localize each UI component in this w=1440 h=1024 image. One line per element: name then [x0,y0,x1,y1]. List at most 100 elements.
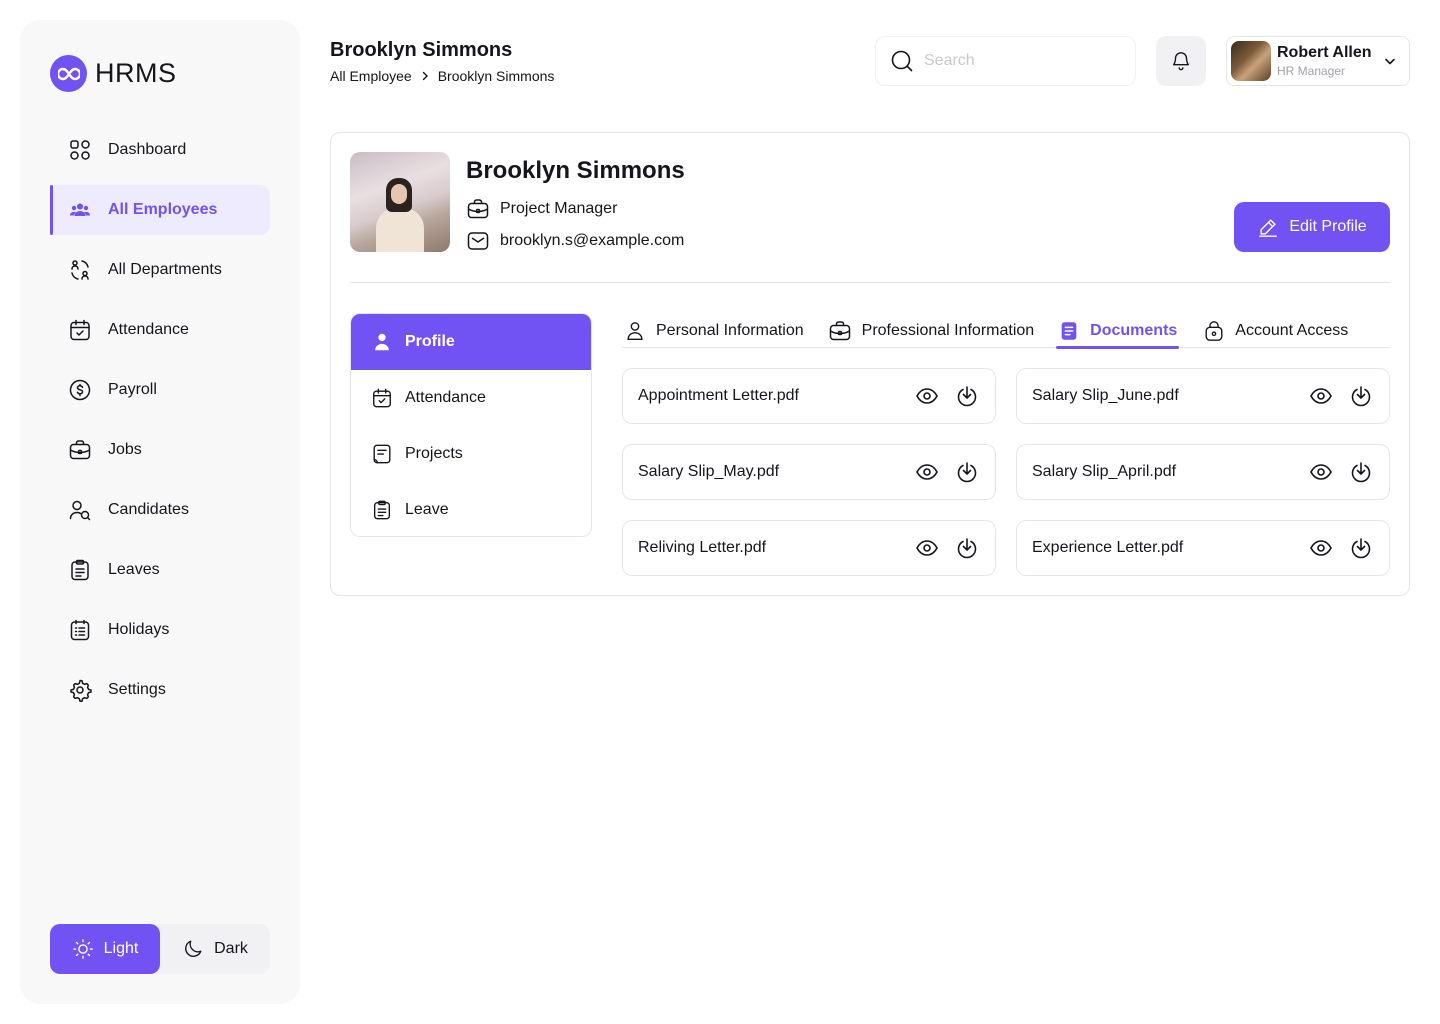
document-item: Reliving Letter.pdf [622,520,996,576]
sidebar-item-all-departments[interactable]: All Departments [50,245,270,295]
tab-label: Documents [1090,321,1178,339]
side-tab-label: Leave [405,501,449,518]
document-item: Salary Slip_June.pdf [1016,368,1390,424]
clipboard-icon [373,500,391,520]
download-document-button[interactable] [955,460,979,484]
document-name: Reliving Letter.pdf [638,539,767,556]
view-document-button[interactable] [1309,460,1333,484]
download-icon [1351,386,1371,407]
side-tab-attendance[interactable]: Attendance [351,370,591,426]
eye-icon [1310,540,1332,556]
download-document-button[interactable] [1349,536,1373,560]
side-tab-profile[interactable]: Profile [351,314,591,370]
eye-icon [916,540,938,556]
tab-label: Personal Information [656,321,804,339]
edit-profile-button[interactable]: Edit Profile [1234,202,1390,252]
sidebar-item-label: All Departments [108,261,222,278]
profile-email-text: brooklyn.s@example.com [500,232,685,249]
search-icon [891,50,913,72]
eye-icon [1310,388,1332,404]
document-name: Salary Slip_May.pdf [638,463,780,480]
download-document-button[interactable] [955,536,979,560]
employee-profile-card: Brooklyn Simmons Project Manager brookly… [330,132,1410,596]
download-icon [957,462,977,483]
profile-email: brooklyn.s@example.com [466,229,684,253]
theme-dark-button[interactable]: Dark [160,924,270,974]
theme-light-button[interactable]: Light [50,924,160,974]
profile-name: Brooklyn Simmons [466,157,685,184]
sidebar-item-attendance[interactable]: Attendance [50,305,270,355]
document-item: Salary Slip_April.pdf [1016,444,1390,500]
briefcase-icon [69,440,91,460]
user-icon [627,321,643,340]
moon-icon [185,940,202,957]
sidebar-nav: Dashboard All Employees All Departments … [50,125,270,725]
view-document-button[interactable] [915,384,939,408]
notifications-button[interactable] [1156,36,1206,86]
tab-account-access[interactable]: Account Access [1201,313,1350,348]
document-name: Experience Letter.pdf [1032,539,1184,556]
theme-light-label: Light [103,940,139,957]
side-tab-leave[interactable]: Leave [351,482,591,536]
sidebar-item-dashboard[interactable]: Dashboard [50,125,270,175]
side-tab-label: Projects [405,445,463,462]
sidebar-item-label: All Employees [108,201,218,218]
search-input[interactable] [924,52,1114,70]
sidebar-item-label: Holidays [108,621,170,638]
eye-icon [916,464,938,480]
theme-toggle: Light Dark [50,924,270,974]
user-menu[interactable]: Robert Allen HR Manager [1226,36,1410,86]
user-icon [375,333,389,351]
profile-role: Project Manager [466,197,617,221]
sidebar-item-payroll[interactable]: Payroll [50,365,270,415]
document-name: Appointment Letter.pdf [638,387,799,404]
page-title: Brooklyn Simmons [330,39,513,61]
profile-tabs: Personal Information Professional Inform… [622,313,1390,349]
profile-photo [350,152,450,252]
profile-role-text: Project Manager [500,200,618,217]
dashboard-icon [70,140,90,160]
tab-personal-information[interactable]: Personal Information [622,313,806,348]
document-icon [1061,321,1077,340]
document-name: Salary Slip_April.pdf [1032,463,1177,480]
sidebar-item-holidays[interactable]: Holidays [50,605,270,655]
calendar-check-icon [70,319,90,341]
sidebar-item-leaves[interactable]: Leaves [50,545,270,595]
sidebar-item-candidates[interactable]: Candidates [50,485,270,535]
sidebar-item-settings[interactable]: Settings [50,665,270,715]
tab-documents[interactable]: Documents [1056,313,1180,349]
sidebar-item-all-employees[interactable]: All Employees [50,185,270,235]
sidebar-item-label: Candidates [108,501,189,518]
tab-professional-information[interactable]: Professional Information [826,313,1037,348]
edit-icon [1259,219,1278,237]
brand-name: HRMS [95,58,177,88]
sidebar-item-label: Dashboard [108,141,187,158]
download-document-button[interactable] [1349,460,1373,484]
side-tab-projects[interactable]: Projects [351,426,591,482]
view-document-button[interactable] [915,460,939,484]
brand-logo[interactable]: HRMS [50,55,177,92]
sidebar-item-label: Jobs [108,441,142,458]
theme-dark-label: Dark [214,940,248,957]
view-document-button[interactable] [1309,536,1333,560]
briefcase-icon [467,199,489,219]
download-document-button[interactable] [1349,384,1373,408]
document-item: Salary Slip_May.pdf [622,444,996,500]
tab-label: Account Access [1235,321,1349,339]
calendar-check-icon [373,388,391,408]
users-icon [70,203,90,216]
breadcrumb-link-all-employee[interactable]: All Employee [330,68,412,84]
document-item: Appointment Letter.pdf [622,368,996,424]
view-document-button[interactable] [915,536,939,560]
sidebar-item-jobs[interactable]: Jobs [50,425,270,475]
download-document-button[interactable] [955,384,979,408]
view-document-button[interactable] [1309,384,1333,408]
sidebar: HRMS Dashboard All Employees All Departm… [20,20,300,1004]
sun-icon [72,939,93,959]
sidebar-item-label: Payroll [108,381,157,398]
bell-icon [1172,52,1190,71]
chevron-down-icon [1385,58,1395,65]
side-tab-label: Profile [405,333,455,350]
lock-icon [1205,320,1223,341]
user-role: HR Manager [1277,64,1346,78]
